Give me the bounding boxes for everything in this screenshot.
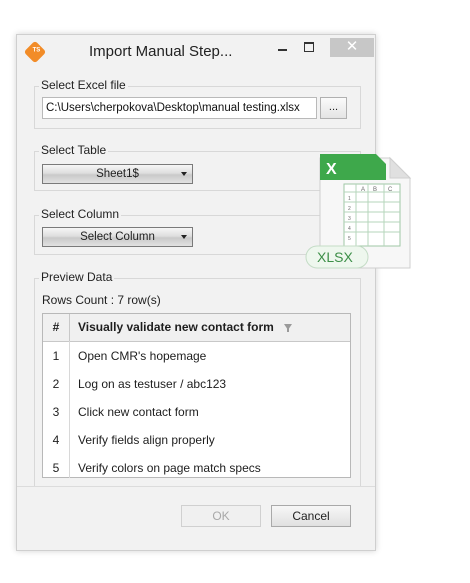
column-dropdown[interactable]: Select Column: [42, 227, 193, 247]
row-number: 2: [52, 377, 60, 391]
excel-file-group: Select Excel file C:\Users\cherpokova\De…: [34, 78, 361, 129]
row-number: 5: [52, 461, 60, 475]
import-dialog: TS Import Manual Step... ✕ Select Excel …: [16, 34, 376, 551]
table-dropdown-value: Sheet1$: [96, 168, 139, 180]
excel-path-input[interactable]: C:\Users\cherpokova\Desktop\manual testi…: [42, 97, 317, 119]
file-corner: [389, 156, 412, 179]
table-select-label: Select Table: [39, 143, 109, 157]
grid-col-c: C: [388, 187, 393, 193]
excel-x-icon: X: [326, 161, 337, 178]
table-header: # Visually validate new contact form: [43, 314, 350, 342]
chevron-down-icon: [181, 172, 187, 176]
table-row[interactable]: 5 Verify colors on page match specs: [43, 454, 350, 482]
minimize-icon: [278, 49, 287, 51]
preview-label: Preview Data: [39, 270, 115, 284]
grid-col-a: A: [361, 187, 365, 193]
row-text: Verify colors on page match specs: [78, 461, 261, 475]
grid-row-2: 2: [348, 206, 351, 212]
xlsx-file-icon: A B C 1 2 3 4 5 X XLSX: [305, 154, 412, 269]
row-number: 4: [52, 433, 60, 447]
rows-count: Rows Count : 7 row(s): [42, 293, 161, 307]
maximize-button[interactable]: [299, 38, 319, 57]
browse-button[interactable]: ...: [320, 97, 347, 119]
grid-row-1: 1: [348, 196, 351, 202]
column-dropdown-value: Select Column: [80, 231, 155, 243]
xlsx-badge-text: XLSX: [317, 249, 353, 265]
table-row[interactable]: 3 Click new contact form: [43, 398, 350, 426]
grid-row-3: 3: [348, 216, 351, 222]
cancel-button[interactable]: Cancel: [271, 505, 351, 527]
row-text: Log on as testuser / abc123: [78, 377, 227, 391]
grid-row-4: 4: [348, 226, 351, 232]
row-number: 3: [52, 405, 60, 419]
ok-button[interactable]: OK: [181, 505, 261, 527]
close-button[interactable]: ✕: [330, 38, 374, 57]
table-row[interactable]: 2 Log on as testuser / abc123: [43, 370, 350, 398]
preview-table: # Visually validate new contact form 1 O…: [42, 313, 351, 478]
spreadsheet-grid: [343, 183, 401, 247]
dialog-footer: OK Cancel: [17, 486, 375, 551]
row-text: Click new contact form: [78, 405, 199, 419]
filter-icon[interactable]: [284, 324, 292, 332]
excel-file-label: Select Excel file: [39, 78, 128, 92]
table-row[interactable]: 1 Open CMR's hopemage: [43, 342, 350, 370]
row-number: 1: [52, 349, 60, 363]
column-select-label: Select Column: [39, 207, 122, 221]
header-step-column[interactable]: Visually validate new contact form: [78, 314, 274, 341]
minimize-button[interactable]: [273, 38, 293, 57]
table-row[interactable]: 4 Verify fields align properly: [43, 426, 350, 454]
maximize-icon: [304, 42, 314, 52]
grid-col-b: B: [373, 187, 377, 193]
title-bar[interactable]: TS Import Manual Step... ✕: [17, 35, 375, 69]
grid-row-5: 5: [348, 236, 351, 242]
chevron-down-icon: [181, 235, 187, 239]
header-index[interactable]: #: [43, 314, 70, 341]
dialog-title: Import Manual Step...: [89, 43, 233, 60]
row-text: Open CMR's hopemage: [78, 349, 207, 363]
app-logo-icon: TS: [23, 40, 47, 64]
row-text: Verify fields align properly: [78, 433, 215, 447]
preview-group: Preview Data Rows Count : 7 row(s) # Vis…: [34, 270, 361, 487]
table-dropdown[interactable]: Sheet1$: [42, 164, 193, 184]
